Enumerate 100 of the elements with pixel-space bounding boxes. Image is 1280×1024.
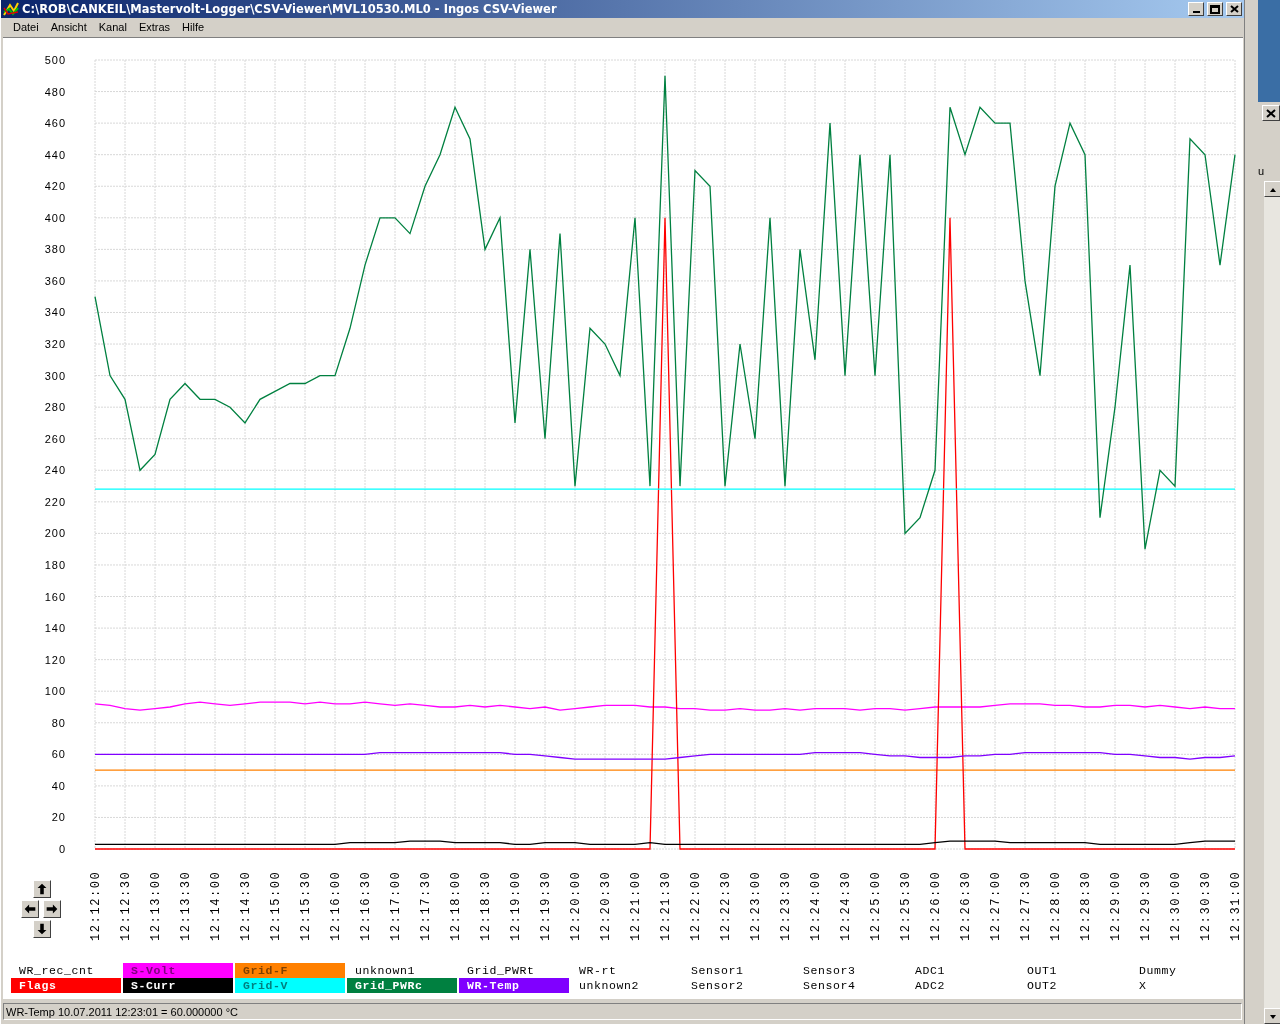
y-axis-label: 320 bbox=[44, 338, 66, 351]
y-axis-label: 240 bbox=[44, 464, 66, 477]
close-icon bbox=[1229, 5, 1239, 14]
x-axis-label: 12:30:00 bbox=[1169, 870, 1183, 941]
y-axis-label: 500 bbox=[44, 54, 66, 66]
x-axis-label: 12:13:30 bbox=[179, 870, 193, 941]
y-axis-label: 220 bbox=[44, 495, 66, 508]
x-axis-label: 12:17:00 bbox=[389, 870, 403, 941]
x-axis-label: 12:27:30 bbox=[1019, 870, 1033, 941]
legend-item[interactable]: WR_rec_cnt bbox=[11, 963, 121, 978]
x-axis-label: 12:20:00 bbox=[569, 870, 583, 941]
close-button[interactable] bbox=[1226, 2, 1242, 17]
x-axis-label: 12:24:30 bbox=[839, 870, 853, 941]
y-axis-label: 160 bbox=[44, 590, 66, 603]
y-axis-label: 260 bbox=[44, 432, 66, 445]
x-axis-label: 12:23:30 bbox=[779, 870, 793, 941]
x-axis-label: 12:21:00 bbox=[629, 870, 643, 941]
y-axis-label: 140 bbox=[44, 622, 66, 635]
menu-item[interactable]: Hilfe bbox=[176, 21, 211, 34]
y-axis-label: 480 bbox=[44, 85, 66, 98]
chart-app-icon bbox=[3, 2, 19, 17]
scroll-up-button[interactable] bbox=[33, 880, 51, 898]
scroll-down-button[interactable] bbox=[1264, 1008, 1280, 1024]
legend-item[interactable]: Grid_PWRc bbox=[347, 978, 457, 993]
x-axis-label: 12:28:30 bbox=[1079, 870, 1093, 941]
x-axis-label: 12:30:30 bbox=[1199, 870, 1213, 941]
x-axis-label: 12:27:00 bbox=[989, 870, 1003, 941]
legend-item[interactable]: Sensor1 bbox=[683, 963, 793, 978]
legend-item[interactable]: unknown2 bbox=[571, 978, 681, 993]
y-axis-label: 300 bbox=[44, 369, 66, 382]
legend-item[interactable]: Grid-V bbox=[235, 978, 345, 993]
legend-item[interactable]: Flags bbox=[11, 978, 121, 993]
y-axis-label: 120 bbox=[44, 653, 66, 666]
y-axis-label: 340 bbox=[44, 306, 66, 319]
x-axis-label: 12:19:00 bbox=[509, 870, 523, 941]
x-axis-label: 12:17:30 bbox=[419, 870, 433, 941]
legend-item[interactable]: OUT2 bbox=[1019, 978, 1129, 993]
status-bar: WR-Temp 10.07.2011 12:23:01 = 60.000000 °C bbox=[3, 1003, 1242, 1020]
x-axis-label: 12:18:00 bbox=[449, 870, 463, 941]
y-axis-label: 440 bbox=[44, 148, 66, 161]
maximize-button[interactable] bbox=[1207, 2, 1223, 17]
minimize-button[interactable] bbox=[1188, 2, 1204, 17]
y-axis-label: 400 bbox=[44, 211, 66, 224]
legend-item[interactable]: Sensor4 bbox=[795, 978, 905, 993]
legend-item[interactable]: unknown1 bbox=[347, 963, 457, 978]
legend-item[interactable]: ADC1 bbox=[907, 963, 1017, 978]
close-icon bbox=[1266, 108, 1276, 118]
legend-item[interactable]: ADC2 bbox=[907, 978, 1017, 993]
x-axis-label: 12:25:00 bbox=[869, 870, 883, 941]
legend-item[interactable]: Grid_PWRt bbox=[459, 963, 569, 978]
x-axis-label: 12:26:00 bbox=[929, 870, 943, 941]
y-axis-label: 60 bbox=[51, 748, 66, 761]
y-axis-label: 280 bbox=[44, 401, 66, 414]
x-axis-label: 12:29:00 bbox=[1109, 870, 1123, 941]
window-text: u bbox=[1258, 165, 1265, 177]
x-axis-label: 12:16:00 bbox=[329, 870, 343, 941]
legend-item[interactable]: Sensor2 bbox=[683, 978, 793, 993]
legend-item[interactable]: WR-rt bbox=[571, 963, 681, 978]
x-axis-label: 12:26:30 bbox=[959, 870, 973, 941]
legend-item[interactable]: OUT1 bbox=[1019, 963, 1129, 978]
x-axis-label: 12:29:30 bbox=[1139, 870, 1153, 941]
close-button[interactable] bbox=[1262, 105, 1280, 121]
y-axis-label: 180 bbox=[44, 558, 66, 571]
x-axis-label: 12:31:00 bbox=[1229, 870, 1243, 941]
menu-item[interactable]: Kanal bbox=[92, 21, 133, 34]
x-axis-label: 12:18:30 bbox=[479, 870, 493, 941]
x-axis-label: 12:14:00 bbox=[209, 870, 223, 941]
y-axis-label: 80 bbox=[51, 716, 66, 729]
x-axis-label: 12:13:00 bbox=[149, 870, 163, 941]
y-axis-label: 420 bbox=[44, 180, 66, 193]
x-axis-label: 12:24:00 bbox=[809, 870, 823, 941]
x-axis-label: 12:21:30 bbox=[659, 870, 673, 941]
x-axis-label: 12:25:30 bbox=[899, 870, 913, 941]
y-axis-label: 200 bbox=[44, 527, 66, 540]
legend-item[interactable]: S-Curr bbox=[123, 978, 233, 993]
scrollbar[interactable] bbox=[1244, 0, 1258, 1024]
scroll-left-button[interactable] bbox=[21, 900, 39, 918]
y-axis-label: 360 bbox=[44, 274, 66, 287]
x-axis-label: 12:28:00 bbox=[1049, 870, 1063, 941]
menu-item[interactable]: Ansicht bbox=[44, 21, 93, 34]
maximize-icon bbox=[1210, 4, 1220, 14]
x-axis-label: 12:20:30 bbox=[599, 870, 613, 941]
x-axis-label: 12:22:30 bbox=[719, 870, 733, 941]
scroll-down-button[interactable] bbox=[33, 920, 51, 938]
window-title: C:\ROB\CANKEIL\Mastervolt-Logger\CSV-Viewer\MVL10530.ML0 - Ingos CSV-Viewer bbox=[22, 2, 558, 17]
minimize-icon bbox=[1192, 11, 1200, 14]
x-axis-label: 12:14:30 bbox=[239, 870, 253, 941]
y-axis-label: 100 bbox=[44, 685, 66, 698]
menu-item[interactable]: Datei bbox=[7, 21, 45, 34]
scrollbar[interactable] bbox=[1264, 181, 1280, 1024]
menu-item[interactable]: Extras bbox=[132, 21, 177, 34]
legend-item[interactable]: WR-Temp bbox=[459, 978, 569, 993]
y-axis-label: 20 bbox=[51, 811, 66, 824]
scroll-right-button[interactable] bbox=[43, 900, 61, 918]
legend-item[interactable]: Sensor3 bbox=[795, 963, 905, 978]
legend-item[interactable]: X bbox=[1131, 978, 1241, 993]
y-axis-label: 380 bbox=[44, 243, 66, 256]
legend-item[interactable]: Dummy bbox=[1131, 963, 1241, 978]
scroll-up-button[interactable] bbox=[1264, 181, 1280, 197]
x-axis-label: 12:23:00 bbox=[749, 870, 763, 941]
